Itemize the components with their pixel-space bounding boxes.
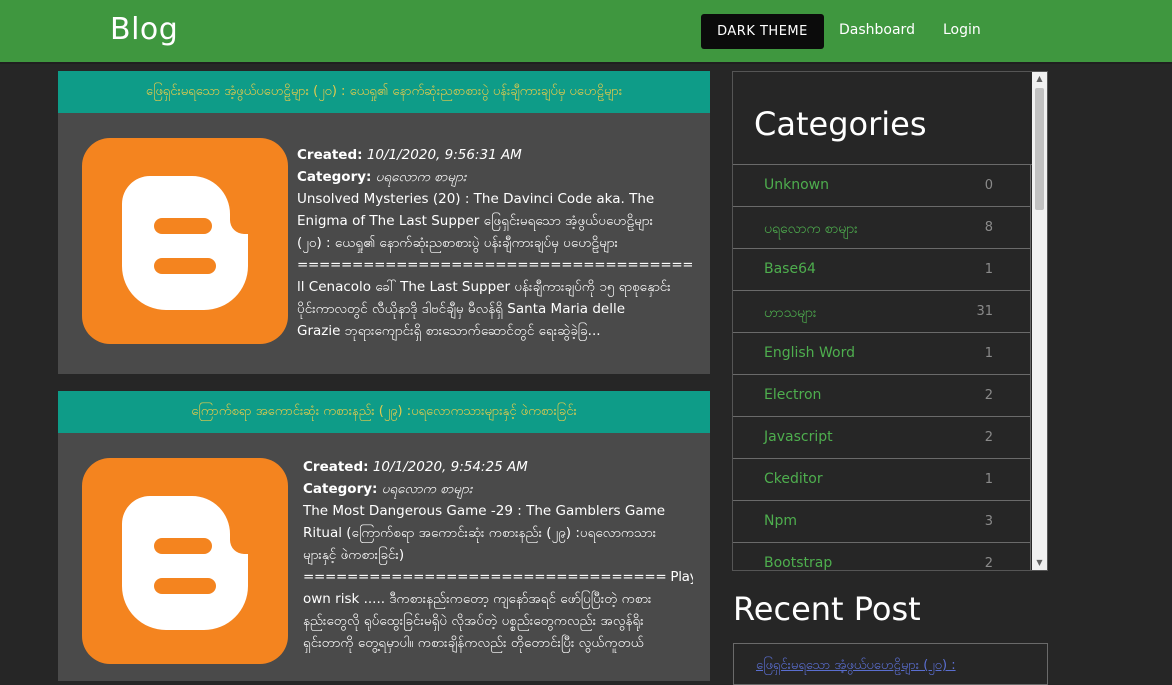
category-count: 2 — [984, 556, 993, 571]
category-count: 31 — [976, 304, 993, 319]
brand-logo[interactable]: Blog — [110, 12, 178, 47]
category-count: 1 — [984, 262, 993, 277]
excerpt-line: ll Cenacolo ခေါ် The Last Supper ပန်းချီ… — [297, 279, 671, 295]
post-title[interactable]: ကြောက်စရာ အကောင်းဆုံး ကစားနည်း (၂၉) :ပရလ… — [58, 391, 710, 433]
category-count: 1 — [984, 346, 993, 361]
category-name[interactable]: Javascript — [764, 429, 833, 445]
category-item[interactable]: Javascript 2 — [733, 417, 1031, 459]
excerpt-line: ================================= Play a… — [303, 569, 693, 585]
category-count: 2 — [984, 430, 993, 445]
nav-link-login[interactable]: Login — [943, 22, 981, 38]
categories-panel: Categories Unknown 0 ပရလောက စာများ 8 Base64 1… — [732, 71, 1048, 571]
excerpt-line: ========================================… — [297, 257, 692, 273]
category-label: Category: — [297, 169, 372, 185]
excerpt-line: Enigma of The Last Supper ဖြေရှင်းမရသော … — [297, 213, 654, 229]
category-value: ပရလောက စာများ — [381, 481, 473, 497]
category-count: 8 — [984, 220, 993, 235]
category-name[interactable]: Base64 — [764, 261, 816, 277]
category-item[interactable]: Base64 1 — [733, 249, 1031, 291]
category-name[interactable]: Npm — [764, 513, 797, 529]
category-item[interactable]: Npm 3 — [733, 501, 1031, 543]
category-value: ပရလောက စာများ — [375, 169, 467, 185]
category-name[interactable]: ပရလောက စာများ — [764, 219, 858, 240]
category-item[interactable]: Electron 2 — [733, 375, 1031, 417]
excerpt-line: ရှင်းတာကို တွေ့ရမှာပါ။ ကစားချိန်ကလည်း တိ… — [303, 635, 644, 651]
scroll-up-icon[interactable]: ▲ — [1032, 72, 1047, 86]
post-excerpt: Created: 10/1/2020, 9:54:25 AM Category:… — [303, 456, 693, 654]
excerpt-line: ပိုင်းကာလတွင် လီယိုနာဒို ဒါဗင်ချီမှ မီလန… — [297, 301, 626, 317]
category-name[interactable]: Unknown — [764, 177, 829, 193]
recent-post-list: ဖြေရှင်းမရသော အံ့ဖွယ်ပဟေဠိများ (၂၀) : — [733, 643, 1048, 685]
category-item[interactable]: ပရလောက စာများ 8 — [733, 207, 1031, 249]
nav-link-dashboard[interactable]: Dashboard — [839, 22, 915, 38]
excerpt-line: Unsolved Mysteries (20) : The Davinci Co… — [297, 191, 655, 207]
categories-scrollbar[interactable]: ▲ ▼ — [1032, 72, 1047, 570]
category-name[interactable]: Ckeditor — [764, 471, 823, 487]
category-name[interactable]: Electron — [764, 387, 821, 403]
category-count: 3 — [984, 514, 993, 529]
post-card: ကြောက်စရာ အကောင်းဆုံး ကစားနည်း (၂၉) :ပရလ… — [58, 391, 710, 681]
top-navbar: Blog DARK THEME Dashboard Login — [0, 0, 1172, 64]
category-name[interactable]: English Word — [764, 345, 855, 361]
post-card: ဖြေရှင်းမရသော အံ့ဖွယ်ပဟေဠိများ (၂၀) : ယေ… — [58, 71, 710, 374]
categories-heading: Categories — [733, 72, 1032, 165]
created-value: 10/1/2020, 9:56:31 AM — [366, 147, 522, 163]
category-item[interactable]: Ckeditor 1 — [733, 459, 1031, 501]
dark-theme-button[interactable]: DARK THEME — [701, 14, 824, 49]
excerpt-line: The Most Dangerous Game -29 : The Gamble… — [303, 503, 666, 519]
excerpt-line: own risk ..... ဒီကစားနည်းကတော့ ကျနော်အရင… — [303, 591, 652, 607]
category-count: 2 — [984, 388, 993, 403]
category-item[interactable]: ဟာသများ 31 — [733, 291, 1031, 333]
blogger-logo-icon — [82, 458, 288, 664]
excerpt-line: (၂၀) : ယေရှု၏ နောက်ဆုံးညစာစားပွဲ ပန်းချီ… — [297, 235, 618, 251]
category-count: 1 — [984, 472, 993, 487]
created-label: Created: — [297, 147, 363, 163]
excerpt-line: Grazie ဘုရားကျောင်းရှိ စားသောက်ဆောင်တွင်… — [297, 323, 601, 339]
excerpt-line: နည်းတွေလို ရုပ်ထွေးခြင်းမရှိပဲ လိုအပ်တဲ့… — [303, 613, 644, 629]
created-value: 10/1/2020, 9:54:25 AM — [372, 459, 528, 475]
category-list: Unknown 0 ပရလောက စာများ 8 Base64 1 ဟာသများ 31 En… — [733, 165, 1047, 571]
scroll-down-icon[interactable]: ▼ — [1032, 556, 1047, 570]
excerpt-line: Ritual (ကြောက်စရာ အကောင်းဆုံး ကစားနည်း (… — [303, 525, 657, 541]
excerpt-line: များနှင့် ဖဲကစားခြင်း) — [303, 547, 405, 563]
scroll-thumb[interactable] — [1035, 88, 1044, 210]
created-label: Created: — [303, 459, 369, 475]
category-item[interactable]: English Word 1 — [733, 333, 1031, 375]
recent-post-heading: Recent Post — [733, 590, 921, 628]
post-excerpt: Created: 10/1/2020, 9:56:31 AM Category:… — [297, 144, 692, 342]
post-title[interactable]: ဖြေရှင်းမရသော အံ့ဖွယ်ပဟေဠိများ (၂၀) : ယေ… — [58, 71, 710, 113]
category-count: 0 — [984, 178, 993, 193]
category-name[interactable]: ဟာသများ — [764, 303, 817, 324]
category-name[interactable]: Bootstrap — [764, 555, 832, 570]
blogger-logo-icon — [82, 138, 288, 344]
recent-post-link[interactable]: ဖြေရှင်းမရသော အံ့ဖွယ်ပဟေဠိများ (၂၀) : — [756, 657, 956, 676]
category-label: Category: — [303, 481, 378, 497]
category-item[interactable]: Unknown 0 — [733, 165, 1031, 207]
category-item[interactable]: Bootstrap 2 — [733, 543, 1031, 571]
